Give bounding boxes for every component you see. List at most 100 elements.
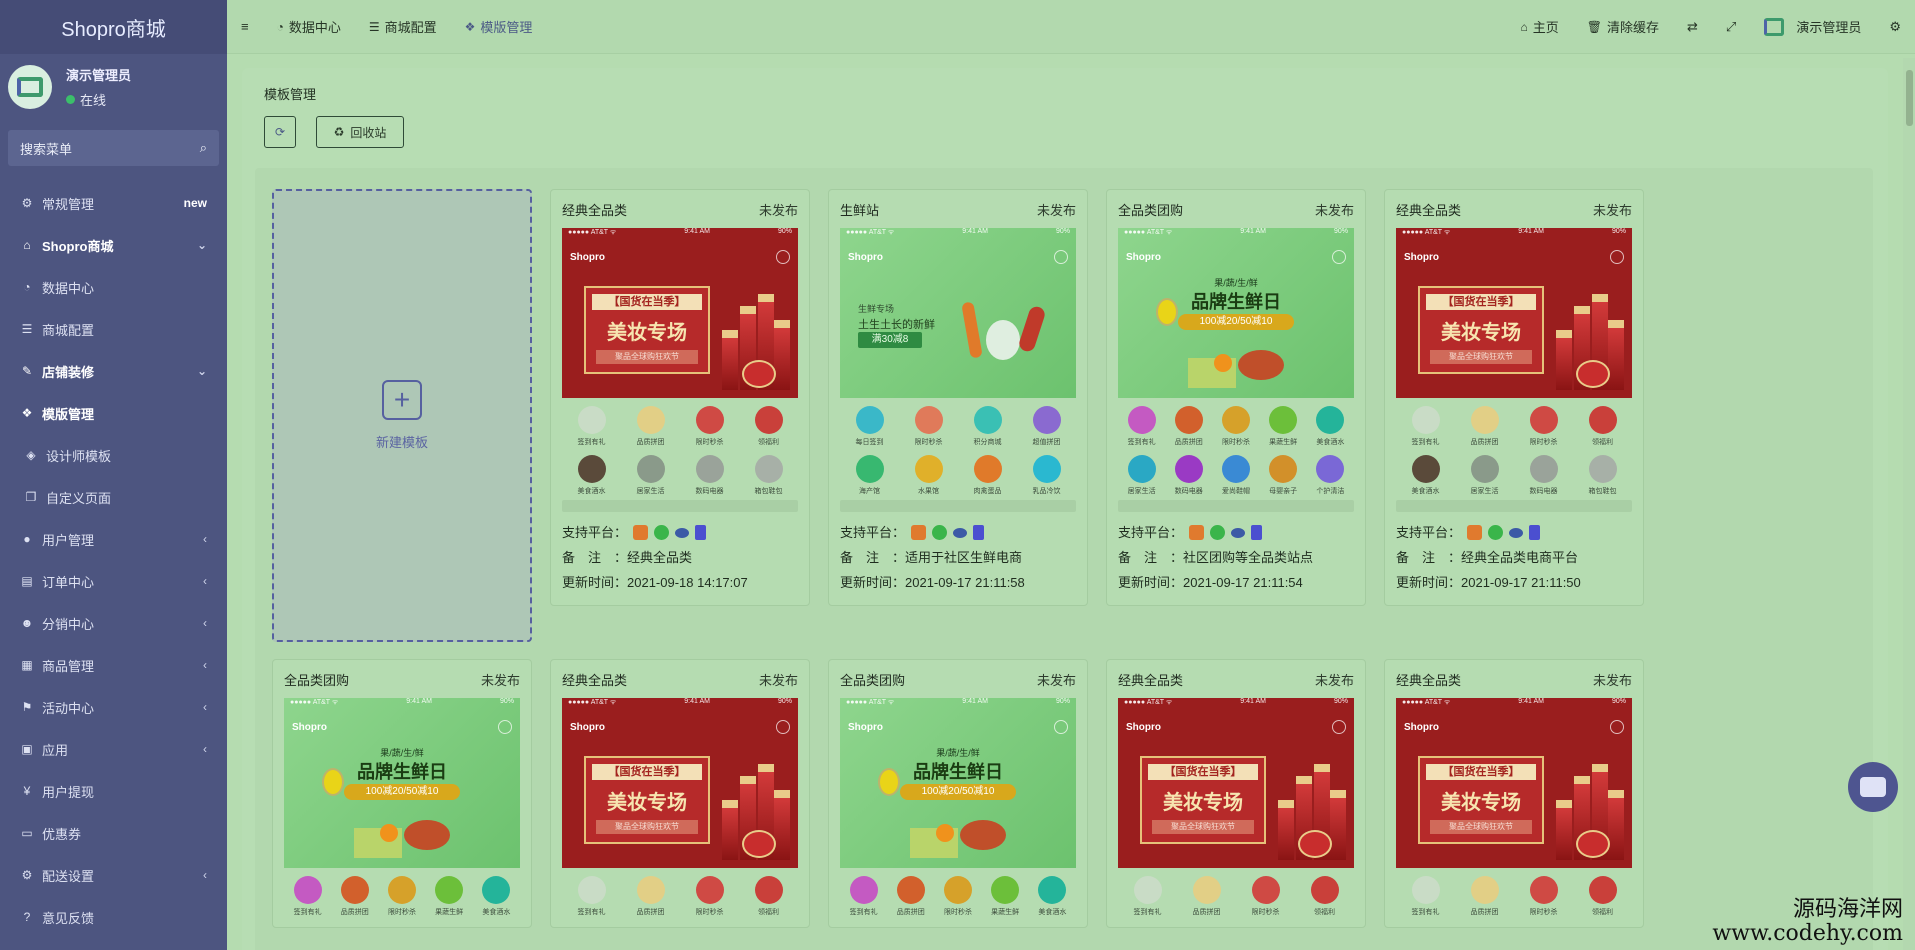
preview-search-icon: [1332, 720, 1346, 734]
shortcut-label: 水果馆: [918, 488, 939, 495]
shortcut-label: 限时秒杀: [1529, 909, 1558, 916]
sidebar-item[interactable]: ▭ 优惠券: [0, 812, 227, 854]
template-card[interactable]: 全品类团购 未发布 ●●●●● AT&T ᯤ 9:41 AM 90% Shopro 果/蔬/…: [828, 659, 1088, 928]
sidebar-item[interactable]: ◔ 数据中心: [0, 266, 227, 308]
tab-template-manage[interactable]: ❖ 模版管理: [451, 0, 547, 53]
app-icon: [1251, 525, 1263, 540]
template-preview-image[interactable]: ●●●●● AT&T ᯤ 9:41 AM 90% Shopro 【国货在当季】 美妆专场聚…: [1396, 228, 1632, 398]
sidebar-item[interactable]: ▣ 应用 ‹: [0, 728, 227, 770]
shortcut-icon: [1470, 876, 1499, 904]
shortcut-label: 海产馆: [859, 488, 880, 495]
sidebar-item[interactable]: ⚙ 配送设置 ‹: [0, 854, 227, 896]
banner-subtitle: 聚品全球购狂欢节: [1430, 350, 1532, 364]
fullscreen-icon[interactable]: ⤢: [1712, 0, 1750, 53]
cosmetic-jar-icon: [1576, 830, 1610, 858]
sidebar-item[interactable]: ◈ 设计师模板: [0, 434, 227, 476]
card-title: 生鲜站: [840, 203, 880, 218]
sidebar-item[interactable]: ⚑ 活动中心 ‹: [0, 686, 227, 728]
recycle-bin-button[interactable]: ♻ 回收站: [316, 116, 404, 148]
preview-shortcut: 限时秒杀: [1521, 876, 1567, 917]
sidebar: Shopro商城 演示管理员 在线 搜索菜单 ⌕ ⚙ 常规管理 new ⌂ Shopro…: [0, 0, 227, 950]
template-card[interactable]: 全品类团购 未发布 ●●●●● AT&T ᯤ 9:41 AM 90% Shopro 果/蔬/…: [272, 659, 532, 928]
home-link[interactable]: ⌂ 主页: [1507, 0, 1573, 53]
brand-logo[interactable]: Shopro商城: [0, 0, 227, 54]
sidebar-item[interactable]: ▥数据管理: [0, 938, 227, 950]
updated-value: 2021-09-17 21:11:50: [1461, 575, 1581, 590]
page-scrollbar[interactable]: [1903, 58, 1915, 950]
sidebar-item[interactable]: ¥ 用户提现: [0, 770, 227, 812]
shortcut-label: 品质拼团: [896, 909, 925, 916]
sidebar-item[interactable]: ● 用户管理 ‹: [0, 518, 227, 560]
template-preview-image[interactable]: ●●●●● AT&T ᯤ 9:41 AM 90% Shopro 【国货在当季】 美妆专场聚…: [1118, 698, 1354, 868]
chat-button[interactable]: [1848, 762, 1898, 812]
preview-statusbar: ●●●●● AT&T ᯤ 9:41 AM 90%: [1396, 228, 1632, 240]
card-title: 经典全品类: [1396, 673, 1462, 688]
sidebar-item[interactable]: ⌂ Shopro商城 ⌄: [0, 224, 227, 266]
preview-shortcut: 爱尚鞋帽: [1213, 455, 1259, 496]
template-preview-image[interactable]: ●●●●● AT&T ᯤ 9:41 AM 90% Shopro 果/蔬/生/鲜 品牌生鲜日…: [840, 698, 1076, 868]
banner-title: 品牌生鲜日: [913, 762, 1003, 782]
template-preview-image[interactable]: ●●●●● AT&T ᯤ 9:41 AM 90% Shopro 【国货在当季】 美妆专场聚…: [1396, 698, 1632, 868]
user-menu[interactable]: 演示管理员: [1750, 0, 1875, 53]
template-preview-image[interactable]: ●●●●● AT&T ᯤ 9:41 AM 90% Shopro 生鲜专场 土生土长的新鲜满…: [840, 228, 1076, 398]
preview-search-icon: [1610, 720, 1624, 734]
new-badge: new: [183, 196, 207, 210]
template-preview-image[interactable]: ●●●●● AT&T ᯤ 9:41 AM 90% Shopro 【国货在当季】 美妆专场聚…: [562, 698, 798, 868]
clear-cache-button[interactable]: 🗑 清除缓存: [1573, 0, 1673, 53]
card-meta: 支持平台： 备 注 ：经典全品类电商平台 更新时间：2021-09-17 21:11…: [1396, 520, 1632, 595]
cosmetic-bottle-icon: [1556, 800, 1572, 860]
banner-tag: 【国货在当季】: [1148, 764, 1258, 780]
statusbar-time: 9:41 AM: [1518, 698, 1544, 705]
preview-shortcut: 限时秒杀: [687, 876, 733, 917]
shortcut-icon: [1221, 406, 1250, 434]
statusbar-battery: 90%: [1055, 228, 1070, 235]
template-preview-image[interactable]: ●●●●● AT&T ᯤ 9:41 AM 90% Shopro 果/蔬/生/鲜 品牌生鲜日…: [1118, 228, 1354, 398]
preview-statusbar: ●●●●● AT&T ᯤ 9:41 AM 90%: [1118, 228, 1354, 240]
sidebar-item[interactable]: ⚙ 常规管理 new: [0, 182, 227, 224]
shortcut-label: 果蔬生鲜: [991, 909, 1020, 916]
template-card[interactable]: 经典全品类 未发布 ●●●●● AT&T ᯤ 9:41 AM 90% Shopro 【国货在…: [550, 659, 810, 928]
language-icon[interactable]: ⇄: [1673, 0, 1712, 53]
menu-search-input[interactable]: 搜索菜单 ⌕: [8, 130, 219, 166]
template-card[interactable]: 经典全品类 未发布 ●●●●● AT&T ᯤ 9:41 AM 90% Shopro 【国货在…: [1106, 659, 1366, 928]
sidebar-item[interactable]: ✎ 店铺装修 ⌄: [0, 350, 227, 392]
dashboard-icon: ◔: [23, 280, 31, 294]
template-card[interactable]: 经典全品类 未发布 ●●●●● AT&T ᯤ 9:41 AM 90% Shopro 【国货在…: [1384, 659, 1644, 928]
shortcut-label: 限时秒杀: [695, 439, 724, 446]
sidebar-item[interactable]: ? 意见反馈: [0, 896, 227, 938]
template-card[interactable]: 经典全品类 未发布 ●●●●● AT&T ᯤ 9:41 AM 90% Shopro 【国货在…: [550, 189, 810, 606]
shortcut-label: 限时秒杀: [695, 909, 724, 916]
template-preview-image[interactable]: ●●●●● AT&T ᯤ 9:41 AM 90% Shopro 【国货在当季】 美妆专场聚…: [562, 228, 798, 398]
template-card[interactable]: 全品类团购 未发布 ●●●●● AT&T ᯤ 9:41 AM 90% Shopro 果/蔬/…: [1106, 189, 1366, 606]
shortcut-icon: [1588, 876, 1617, 904]
preview-shortcut: 品质拼团: [1184, 876, 1230, 917]
shortcut-label: 签到有礼: [293, 909, 322, 916]
refresh-button[interactable]: ⟳: [264, 116, 296, 148]
sidebar-item[interactable]: ❐ 自定义页面: [0, 476, 227, 518]
shortcut-icon: [914, 406, 943, 434]
template-card[interactable]: 生鲜站 未发布 ●●●●● AT&T ᯤ 9:41 AM 90% Shopro 生鲜专场 土生…: [828, 189, 1088, 606]
new-template-card[interactable]: + 新建模板: [272, 189, 532, 642]
tab-mall-config[interactable]: ☰ 商城配置: [355, 0, 451, 53]
settings-gear-icon[interactable]: ⚙: [1875, 0, 1915, 53]
preview-shortcut: 领福利: [746, 406, 792, 447]
sidebar-item[interactable]: ☻ 分销中心 ‹: [0, 602, 227, 644]
sidebar-item[interactable]: ☰ 商城配置: [0, 308, 227, 350]
preview-statusbar: ●●●●● AT&T ᯤ 9:41 AM 90%: [562, 698, 798, 710]
template-preview-image[interactable]: ●●●●● AT&T ᯤ 9:41 AM 90% Shopro 果/蔬/生/鲜 品牌生鲜日…: [284, 698, 520, 868]
search-icon[interactable]: ⌕: [200, 140, 207, 156]
template-card[interactable]: 经典全品类 未发布 ●●●●● AT&T ᯤ 9:41 AM 90% Shopro 【国货在…: [1384, 189, 1644, 606]
shortcut-icon: [1221, 455, 1250, 483]
sidebar-item[interactable]: ❖ 模版管理: [0, 392, 227, 434]
shortcut-label: 领福利: [1592, 439, 1613, 446]
shortcut-label: 居家生活: [1470, 488, 1499, 495]
statusbar-carrier: ●●●●● AT&T ᯤ: [1124, 229, 1173, 236]
platform-row: 支持平台：: [1118, 520, 1354, 545]
remark-row: 备 注 ：经典全品类: [562, 545, 798, 570]
tab-data-center[interactable]: ◔ 数据中心: [263, 0, 355, 53]
sidebar-toggle-icon[interactable]: ≡: [227, 0, 263, 53]
sidebar-item[interactable]: ▤ 订单中心 ‹: [0, 560, 227, 602]
sidebar-item[interactable]: ▦ 商品管理 ‹: [0, 644, 227, 686]
list-icon: ▦: [21, 658, 33, 672]
card-title: 全品类团购: [840, 673, 906, 688]
